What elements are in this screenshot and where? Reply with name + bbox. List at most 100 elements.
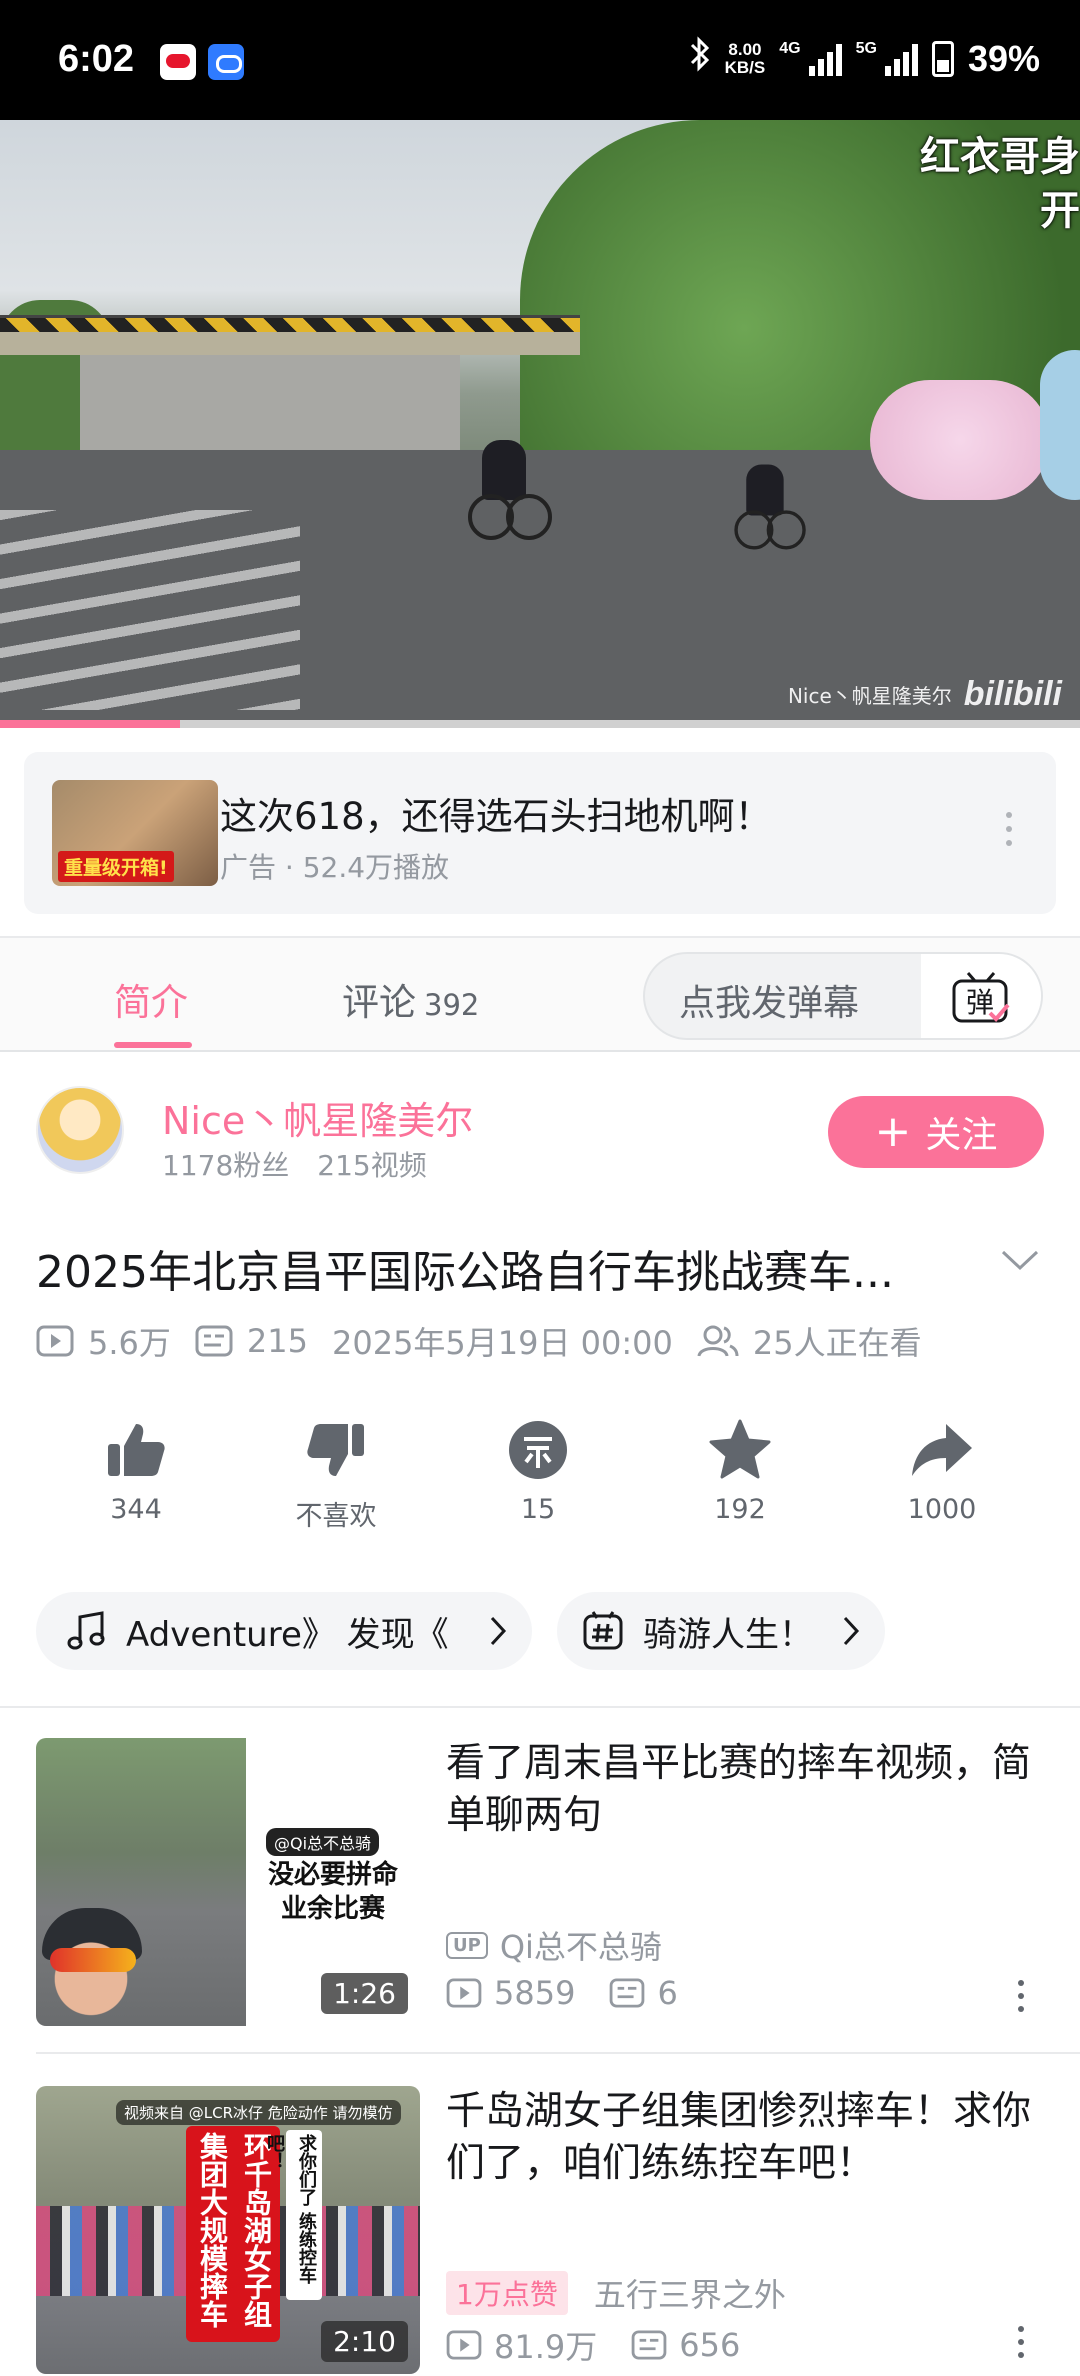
ad-card[interactable]: 重量级开箱! 这次618，还得选石头扫地机啊！ 广告 · 52.4万播放: [24, 752, 1056, 914]
uploader-avatar[interactable]: [36, 1086, 124, 1174]
thumb-source: 视频来自 @LCR冰仔 危险动作 请勿模仿: [116, 2100, 401, 2125]
sunglasses-figure: [50, 1948, 136, 1972]
cyclist: [734, 464, 806, 550]
uploader-videos: 215视频: [317, 1149, 427, 1182]
related-video-author: 1万点赞 五行三界之外: [446, 2270, 786, 2316]
dislike-button[interactable]: 不喜欢: [256, 1418, 416, 1533]
uploader-name[interactable]: Nice丶帆星隆美尔: [162, 1090, 473, 1145]
balloon-decoration: [870, 380, 1050, 500]
watching-value: 25人正在看: [752, 1324, 922, 1362]
related-video-thumbnail: 视频来自 @LCR冰仔 危险动作 请勿模仿 环千岛湖女子组集团大规模摔车 求你们…: [36, 2086, 420, 2374]
chevron-right-icon: [843, 1616, 860, 1646]
view-count: 5.6万: [36, 1318, 171, 1364]
status-indicators: 8.00 KB/S 4G 5G 39%: [689, 36, 1040, 81]
signal-icon: [808, 42, 842, 76]
video-meta: 5.6万 215 2025年5月19日 00:00 25人正在看: [36, 1318, 946, 1364]
danmaku-icon: [631, 2330, 667, 2360]
tab-active-indicator: [114, 1042, 192, 1048]
view-count-value: 81.9万: [494, 2328, 598, 2366]
video-progress-fill: [0, 720, 181, 728]
up-badge-icon: UP: [446, 1931, 488, 1959]
more-icon[interactable]: [1006, 812, 1012, 846]
video-duration: 1:26: [321, 1973, 408, 2014]
share-count: 1000: [907, 1494, 977, 1525]
cloud-app-icon: [208, 44, 244, 80]
tab-comments-count: 392: [424, 988, 480, 1022]
danmu-input[interactable]: 点我发弹幕 弹: [643, 952, 1043, 1040]
video-player[interactable]: 红衣哥身 开 Nice丶帆星隆美尔 bilibili: [0, 120, 1080, 728]
music-tag-chip[interactable]: Adventure》 发现《: [36, 1592, 532, 1670]
related-video-stats: 5859 6: [446, 1974, 712, 2012]
coin-count: 15: [520, 1494, 556, 1525]
like-button[interactable]: 344: [56, 1418, 216, 1525]
sina-weibo-icon: [160, 44, 196, 80]
chevron-down-icon[interactable]: [1000, 1248, 1040, 1272]
status-time: 6:02: [58, 38, 135, 80]
danmaku-icon: [610, 1978, 645, 2008]
coin-button[interactable]: 15: [458, 1418, 618, 1525]
more-icon[interactable]: [1018, 1980, 1024, 2012]
view-count-value: 5859: [494, 1974, 576, 2012]
danmu-placeholder: 点我发弹幕: [679, 983, 860, 1024]
topic-tag-text: 骑游人生！: [643, 1614, 813, 1655]
net-speed-unit: KB/S: [724, 57, 766, 77]
share-button[interactable]: 1000: [862, 1418, 1022, 1525]
view-count-value: 5.6万: [88, 1324, 171, 1362]
tab-intro[interactable]: 简介: [114, 972, 188, 1026]
danmu-toggle-button[interactable]: 弹: [921, 954, 1041, 1038]
thumbs-down-icon: [307, 1424, 364, 1476]
danmaku-count-value: 215: [246, 1322, 308, 1360]
related-video-card[interactable]: 视频来自 @LCR冰仔 危险动作 请勿模仿 环千岛湖女子组集团大规模摔车 求你们…: [0, 2086, 1080, 2376]
ad-thumbnail: 重量级开箱!: [52, 780, 218, 886]
play-count-icon: [36, 1325, 74, 1357]
related-video-stats: 81.9万 656: [446, 2322, 774, 2368]
uploader-fans: 1178粉丝: [162, 1149, 290, 1182]
star-icon: [709, 1419, 771, 1479]
ad-title: 这次618，还得选石头扫地机啊！: [220, 795, 772, 838]
video-duration: 2:10: [321, 2321, 408, 2362]
video-scene-crosswalk: [0, 510, 300, 710]
danmaku-count-value: 656: [679, 2326, 741, 2364]
follow-label: 关注: [925, 1115, 998, 1156]
balloon-decoration: [1040, 350, 1080, 500]
uploader-stats: 1178粉丝 215视频: [162, 1144, 427, 1184]
section-divider: [36, 2052, 1080, 2054]
viewers-icon: [697, 1325, 739, 1357]
tab-comments[interactable]: 评论 392: [342, 972, 479, 1026]
video-scene-tunnel: [80, 355, 460, 465]
author-name: Qi总不总骑: [499, 1928, 662, 1966]
thumb-username: @Qi总不总骑: [266, 1828, 380, 1856]
status-bar: 6:02 8.00 KB/S 4G 5G 39%: [0, 0, 1080, 120]
like-count: 344: [110, 1494, 162, 1525]
video-watermark: Nice丶帆星隆美尔 bilibili: [788, 675, 1062, 714]
related-video-card[interactable]: @Qi总不总骑 没必要拼命 业余比赛 1:26 看了周末昌平比赛的摔车视频，简单…: [0, 1738, 1080, 2028]
topic-tag-chip[interactable]: 骑游人生！: [557, 1592, 885, 1670]
coin-icon: [509, 1421, 567, 1479]
video-scene-barrier: [0, 318, 580, 332]
play-count-icon: [446, 1978, 482, 2008]
danmu-icon: 弹: [952, 972, 1010, 1023]
danmaku-count: 215: [195, 1322, 308, 1360]
publish-date: 2025年5月19日 00:00: [331, 1324, 673, 1362]
video-progress-bar[interactable]: [0, 720, 1080, 728]
music-note-icon: [67, 1611, 105, 1650]
favorite-button[interactable]: 192: [660, 1418, 820, 1525]
related-video-thumbnail: @Qi总不总骑 没必要拼命 业余比赛 1:26: [36, 1738, 420, 2026]
like-badge: 1万点赞: [446, 2271, 568, 2315]
section-divider: [0, 1706, 1080, 1708]
share-icon: [912, 1424, 972, 1476]
battery-percent: 39%: [967, 37, 1040, 79]
ad-meta: 广告 · 52.4万播放: [220, 851, 450, 884]
detail-tabs: 简介 评论 392 点我发弹幕 弹: [0, 936, 1080, 1052]
more-icon[interactable]: [1018, 2326, 1024, 2358]
danmaku-icon: [195, 1325, 233, 1357]
favorite-count: 192: [714, 1494, 766, 1525]
net-speed: 8.00 KB/S: [724, 39, 766, 77]
ad-thumb-tag: 重量级开箱!: [58, 851, 174, 882]
danmaku-count-value: 6: [657, 1974, 678, 2012]
bilibili-logo: bilibili: [963, 675, 1062, 713]
play-count-icon: [446, 2330, 482, 2360]
follow-button[interactable]: + 关注: [828, 1096, 1044, 1168]
net-speed-value: 8.00: [728, 39, 762, 59]
battery-icon: [931, 40, 954, 77]
